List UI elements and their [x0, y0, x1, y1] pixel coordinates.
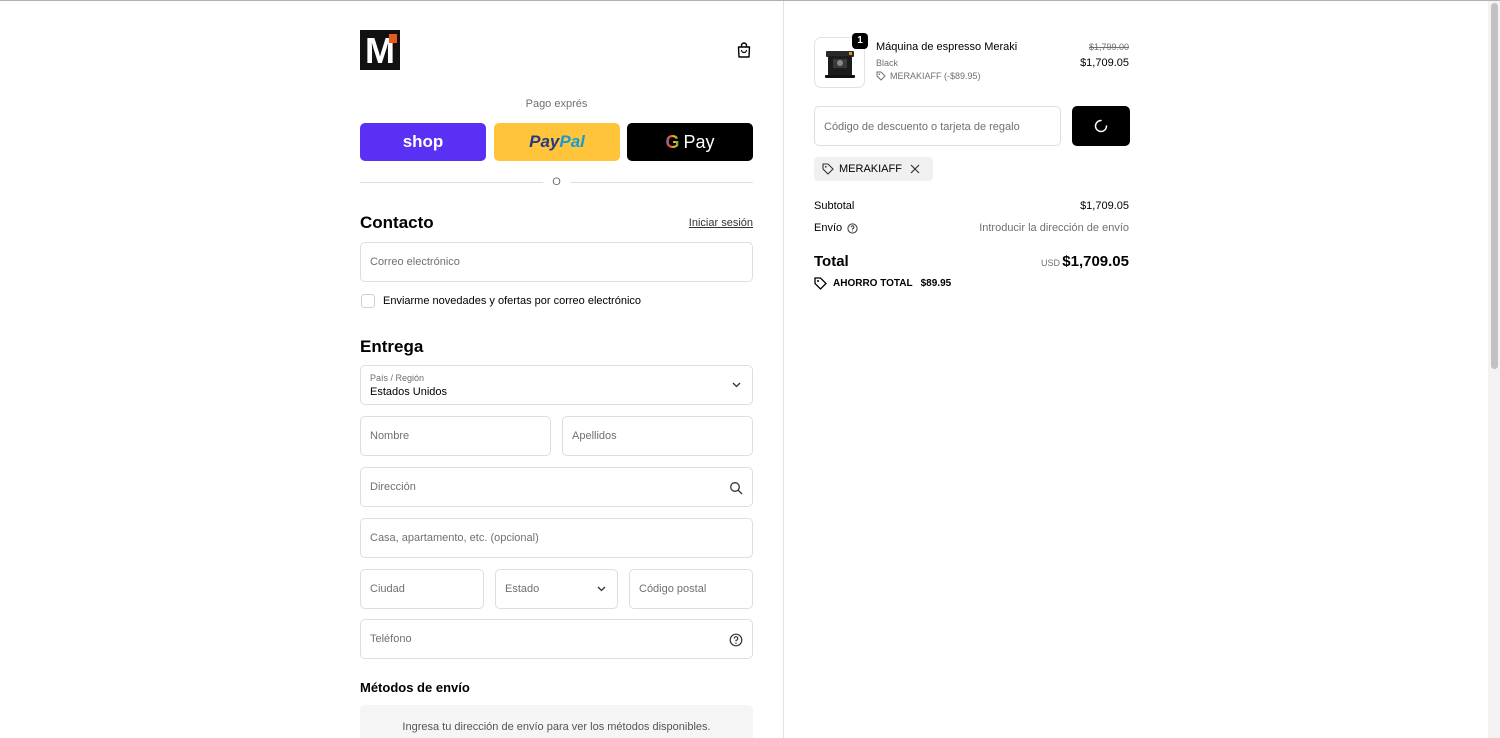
quantity-badge: 1: [852, 33, 868, 49]
shipping-value: Introducir la dirección de envío: [979, 222, 1129, 234]
price-final: $1,709.05: [1080, 57, 1129, 69]
savings-value: $89.95: [920, 278, 952, 289]
chevron-down-icon: [732, 382, 741, 388]
paypal-button[interactable]: Pay Pal: [494, 123, 620, 161]
first-name-placeholder: Nombre: [370, 430, 410, 442]
paypal-label-pal: Pal: [559, 132, 585, 151]
close-icon[interactable]: [910, 164, 920, 174]
product-discount-label: MERAKIAFF (-$89.95): [890, 71, 981, 81]
phone-field[interactable]: Teléfono: [360, 619, 753, 659]
address-placeholder: Dirección: [370, 481, 416, 493]
state-select[interactable]: Estado: [495, 569, 618, 609]
phone-placeholder: Teléfono: [370, 633, 412, 645]
paypal-label-pay: Pay: [529, 132, 560, 151]
applied-code-label: MERAKIAFF: [839, 163, 902, 175]
total-label: Total: [814, 253, 849, 270]
last-name-field[interactable]: Apellidos: [562, 416, 753, 456]
tag-icon: [876, 71, 886, 81]
help-icon[interactable]: [847, 222, 858, 234]
last-name-placeholder: Apellidos: [572, 430, 617, 442]
savings-label: AHORRO TOTAL: [833, 278, 913, 289]
newsletter-checkbox[interactable]: [361, 294, 375, 308]
state-placeholder: Estado: [505, 583, 540, 595]
shop-pay-label: shop: [402, 132, 444, 151]
separator-line-right: [570, 182, 753, 183]
google-pay-label: Pay: [683, 131, 715, 152]
country-select[interactable]: País / Región Estados Unidos: [360, 365, 753, 405]
help-icon[interactable]: [729, 633, 743, 647]
discount-code-placeholder: Código de descuento o tarjeta de regalo: [824, 121, 1020, 133]
email-placeholder: Correo electrónico: [370, 256, 460, 268]
subtotal-label: Subtotal: [814, 200, 854, 212]
tag-icon: [814, 277, 827, 290]
product-name: Máquina de espresso Meraki: [876, 41, 1018, 53]
city-field[interactable]: Ciudad: [360, 569, 484, 609]
applied-code-chip: MERAKIAFF: [814, 157, 933, 181]
page-scrollbar[interactable]: [1488, 1, 1500, 738]
subtotal-text: Subtotal: [814, 200, 855, 212]
price-original: $1,799.00: [1088, 42, 1129, 52]
shopping-bag-icon[interactable]: [735, 41, 753, 59]
or-separator: O: [360, 175, 753, 191]
address-field[interactable]: Dirección: [360, 467, 753, 507]
newsletter-option[interactable]: Enviarme novedades y ofertas por correo …: [361, 293, 641, 309]
apartment-placeholder: Casa, apartamento, etc. (opcional): [370, 532, 539, 544]
tag-icon: [822, 163, 834, 175]
brand-logo[interactable]: M: [360, 30, 400, 70]
apartment-field[interactable]: Casa, apartamento, etc. (opcional): [360, 518, 753, 558]
postal-code-placeholder: Código postal: [639, 583, 707, 595]
google-g-icon: G: [665, 131, 680, 152]
login-link[interactable]: Iniciar sesión: [689, 217, 753, 229]
newsletter-label: Enviarme novedades y ofertas por correo …: [383, 295, 642, 307]
apply-discount-button[interactable]: [1072, 106, 1130, 146]
postal-code-field[interactable]: Código postal: [629, 569, 753, 609]
shipping-label: Envío: [814, 222, 858, 234]
delivery-heading: Entrega: [360, 337, 424, 356]
loading-spinner-icon: [1094, 119, 1108, 133]
shop-pay-button[interactable]: shop: [360, 123, 486, 161]
total-value: $1,709.05: [1062, 253, 1129, 270]
google-pay-button[interactable]: G Pay: [627, 123, 753, 161]
shipping-methods-heading: Métodos de envío: [360, 680, 470, 695]
chevron-down-icon: [597, 586, 606, 592]
city-placeholder: Ciudad: [370, 583, 405, 595]
product-discount: MERAKIAFF (-$89.95): [876, 71, 981, 81]
shipping-methods-placeholder: Ingresa tu dirección de envío para ver l…: [360, 705, 753, 738]
product-variant: Black: [876, 58, 899, 68]
total-currency: USD: [1040, 258, 1060, 268]
shipping-text: Envío: [814, 222, 843, 234]
scrollbar-thumb[interactable]: [1491, 3, 1498, 369]
express-checkout-label: Pago exprés: [525, 98, 588, 110]
first-name-field[interactable]: Nombre: [360, 416, 551, 456]
logo-accent: [389, 34, 397, 43]
total-savings: AHORRO TOTAL $89.95: [814, 277, 951, 290]
contact-heading: Contacto: [360, 213, 434, 232]
search-icon: [730, 482, 743, 495]
country-label: País / Región: [370, 373, 425, 383]
shipping-methods-message: Ingresa tu dirección de envío para ver l…: [402, 721, 711, 733]
country-value: Estados Unidos: [370, 386, 448, 398]
espresso-machine-icon: [825, 51, 855, 78]
discount-code-field[interactable]: Código de descuento o tarjeta de regalo: [814, 106, 1061, 146]
email-field[interactable]: Correo electrónico: [360, 242, 753, 282]
subtotal-value: $1,709.05: [1080, 200, 1129, 212]
